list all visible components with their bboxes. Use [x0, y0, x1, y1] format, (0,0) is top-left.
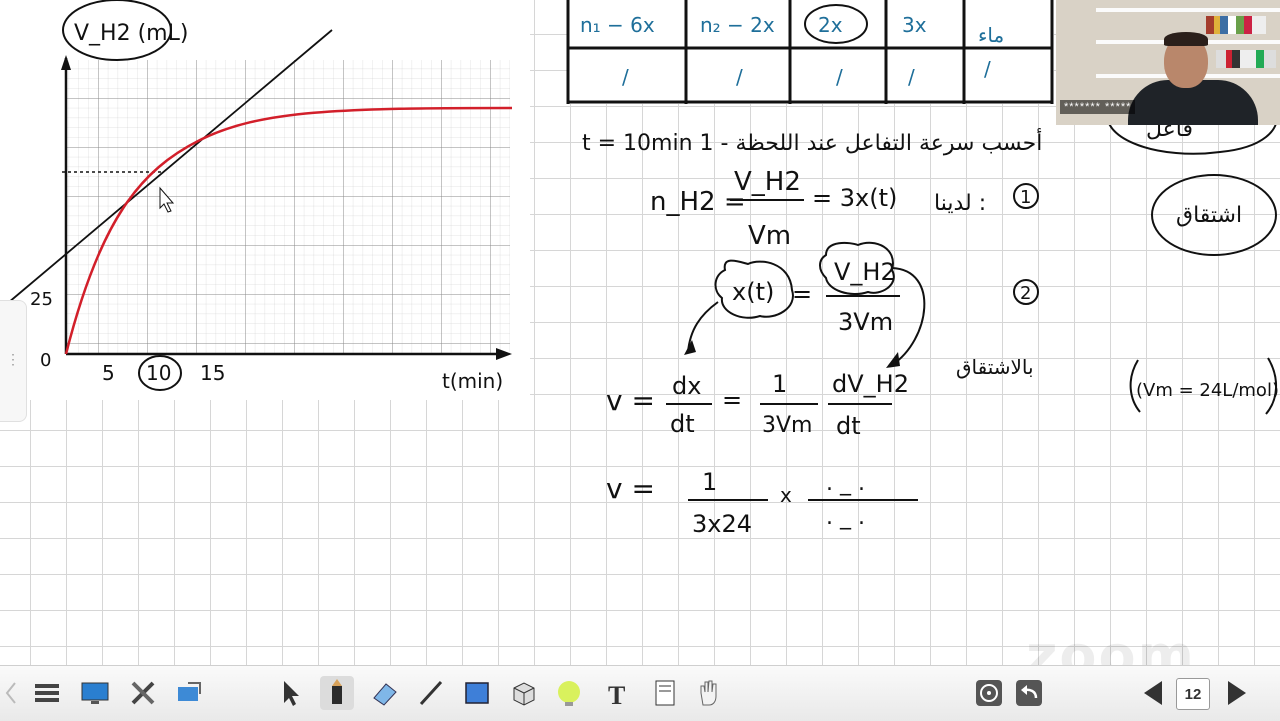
3d-shape-icon [513, 682, 535, 706]
page-tool-button[interactable] [648, 676, 682, 710]
table-cell-4: / [908, 65, 915, 89]
pointer-icon [284, 681, 299, 706]
hand-icon [700, 680, 717, 706]
table-cell-3: / [836, 65, 843, 89]
step-2-number: 2 [1020, 283, 1031, 304]
dx-text: dx [672, 372, 701, 400]
vm-value-text: (Vm = 24L/mol) [1136, 380, 1279, 401]
chevron-left-icon [5, 682, 16, 704]
page-icon [655, 680, 675, 706]
participant-name: ******* ***** [1060, 100, 1136, 114]
pen-icon [332, 679, 342, 704]
three-x-24-text: 3x24 [692, 510, 752, 538]
screen-capture-button[interactable] [172, 676, 206, 710]
line-tool-button[interactable] [414, 676, 448, 710]
participant-hair [1164, 32, 1208, 46]
target-button[interactable] [972, 676, 1006, 710]
eraser-icon [373, 683, 397, 706]
bilishtiqaq-text: بالاشتقاق [956, 355, 1034, 379]
svg-text:T: T [608, 681, 625, 708]
vh2-text: V_H2 [834, 258, 896, 286]
arrow-right-head [886, 352, 900, 368]
target-icon [976, 680, 1002, 706]
table-cell-5: / [984, 57, 991, 81]
one-text-2: 1 [702, 468, 717, 496]
screen-capture-icon [178, 682, 201, 701]
dots-numerator: . _ . [826, 471, 865, 496]
table-cell-2: / [736, 65, 743, 89]
pointer-tool-button[interactable] [274, 676, 308, 710]
text-icon: T [608, 681, 625, 708]
line-icon [419, 680, 443, 706]
v-equals-1: v = [606, 384, 655, 417]
three-vm-text: 3Vm [838, 308, 893, 336]
three-vm-text-2: 3Vm [762, 413, 812, 438]
table-header-5: ماء [978, 23, 1004, 47]
next-page-button[interactable] [1220, 676, 1254, 710]
tools-button[interactable] [126, 676, 160, 710]
previous-page-icon [1144, 681, 1162, 705]
tools-icon [131, 681, 155, 705]
frac-num-vh2: V_H2 [734, 167, 801, 197]
dt-text: dt [670, 410, 695, 438]
bottom-toolbar: T 12 [0, 665, 1280, 721]
one-text: 1 [772, 370, 787, 398]
collapse-toolbar-button[interactable] [4, 676, 18, 710]
times-sign: x [780, 483, 792, 507]
display-icon [81, 682, 109, 704]
table-header-1: n₁ − 6x [580, 13, 655, 37]
table-cell-1: / [622, 65, 629, 89]
undo-button[interactable] [1012, 676, 1046, 710]
frac-den-vm: Vm [748, 221, 791, 251]
hand-tool-button[interactable] [692, 676, 726, 710]
3d-shape-tool-button[interactable] [506, 676, 540, 710]
equals-sign-2: = [722, 386, 742, 414]
dots-denominator: . _ . [826, 505, 865, 530]
dt-text-2: dt [836, 412, 861, 440]
pen-tool-button[interactable] [320, 676, 354, 710]
eraser-tool-button[interactable] [368, 676, 402, 710]
x-t-text: x(t) [732, 278, 774, 306]
v-equals-2: v = [606, 472, 655, 505]
next-page-icon [1228, 681, 1246, 705]
three-x-t: = 3x(t) [812, 184, 897, 212]
menu-icon [35, 684, 59, 702]
rectangle-icon [465, 682, 489, 704]
rectangle-tool-button[interactable] [460, 676, 494, 710]
spotlight-icon [558, 681, 580, 706]
dvh2-text: dV_H2 [832, 370, 909, 398]
page-number[interactable]: 12 [1176, 678, 1210, 710]
previous-page-button[interactable] [1136, 676, 1170, 710]
spotlight-button[interactable] [552, 676, 586, 710]
menu-button[interactable] [30, 676, 64, 710]
undo-icon [1016, 680, 1042, 706]
n-h2-label: n_H2 = [650, 187, 746, 217]
display-button[interactable] [78, 676, 112, 710]
lina-text: لدينا : [934, 191, 986, 216]
table-header-2: n₂ − 2x [700, 13, 775, 37]
table-header-4: 3x [902, 13, 927, 37]
video-thumbnail[interactable]: ******* ***** [1056, 0, 1280, 125]
text-tool-button[interactable]: T [600, 676, 634, 710]
arrow-right [891, 267, 926, 366]
ishtiqaq-text: اشتقاق [1176, 203, 1242, 228]
equals-sign: = [792, 280, 812, 308]
question-text: t = 10min 1 - أحسب سرعة التفاعل عند اللح… [582, 128, 1042, 156]
table-header-3: 2x [818, 13, 843, 37]
step-1-number: 1 [1020, 187, 1031, 208]
